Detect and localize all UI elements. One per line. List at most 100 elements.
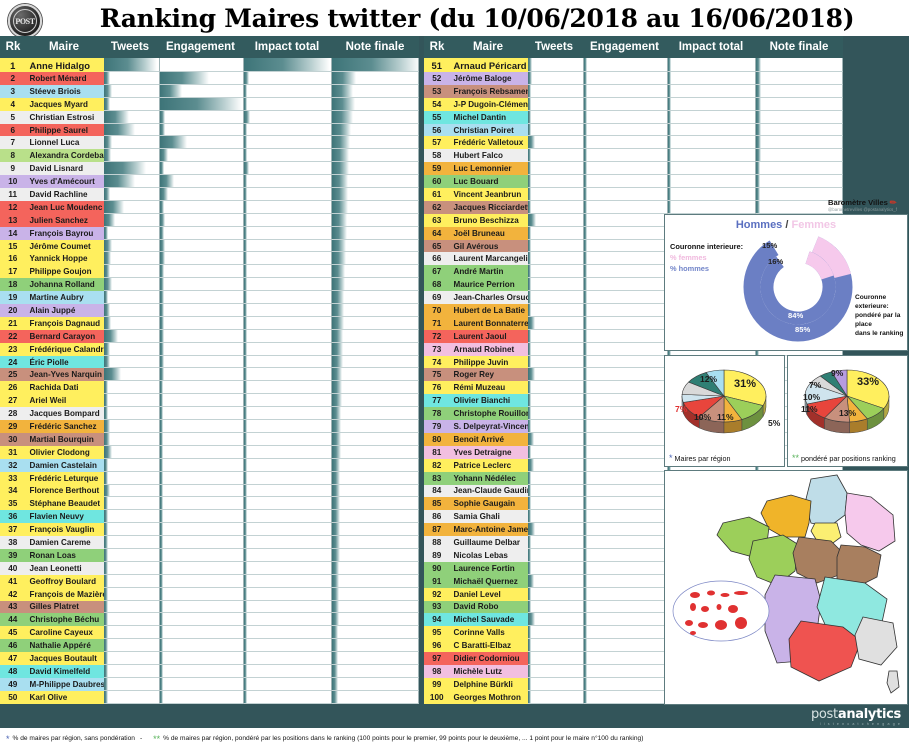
row-rank: 75 bbox=[424, 368, 450, 382]
row-bar-eng bbox=[159, 355, 245, 369]
table-row[interactable]: 38 Damien Careme bbox=[0, 536, 419, 549]
table-row[interactable]: 5 Christian Estrosi bbox=[0, 110, 419, 124]
row-bar-eng bbox=[159, 175, 245, 189]
table-row[interactable]: 45 Caroline Cayeux bbox=[0, 626, 419, 640]
table-row[interactable]: 9 David Lisnard bbox=[0, 162, 419, 176]
table-row[interactable]: 12 Jean Luc Moudenc bbox=[0, 200, 419, 214]
data-bar-fill bbox=[159, 510, 163, 523]
data-bar-fill bbox=[244, 355, 248, 368]
row-bar-eng bbox=[583, 523, 669, 537]
row-bar-tw bbox=[104, 252, 160, 266]
table-row[interactable]: 19 Martine Aubry bbox=[0, 291, 419, 305]
table-row[interactable]: 28 Jacques Bompard bbox=[0, 407, 419, 421]
table-row[interactable]: 58 Hubert Falco bbox=[424, 149, 843, 163]
table-row[interactable]: 17 Philippe Goujon bbox=[0, 265, 419, 279]
row-bar-tw bbox=[104, 626, 160, 640]
table-row[interactable]: 32 Damien Castelain bbox=[0, 458, 419, 472]
table-row[interactable]: 25 Jean-Yves Narquin bbox=[0, 368, 419, 382]
data-bar-fill bbox=[583, 548, 587, 561]
table-row[interactable]: 49M-Philippe Daubresse bbox=[0, 677, 419, 691]
data-bar-fill bbox=[159, 84, 182, 97]
table-row[interactable]: 39 Ronan Loas bbox=[0, 548, 419, 562]
table-row[interactable]: 24 Éric Piolle bbox=[0, 355, 419, 369]
table-row[interactable]: 22 Bernard Carayon bbox=[0, 329, 419, 343]
table-row[interactable]: 56 Christian Poiret bbox=[424, 123, 843, 137]
table-row[interactable]: 47 Jacques Boutault bbox=[0, 652, 419, 665]
table-row[interactable]: 23 Frédérique Calandra bbox=[0, 342, 419, 356]
row-rank: 59 bbox=[424, 162, 450, 176]
table-row[interactable]: 21 François Dagnaud bbox=[0, 316, 419, 330]
table-row[interactable]: 33 Frédéric Leturque bbox=[0, 471, 419, 485]
data-bar-fill bbox=[583, 304, 587, 316]
table-row[interactable]: 27 Ariel Weil bbox=[0, 394, 419, 408]
row-mayor-name: Gil Avérous bbox=[449, 239, 529, 253]
table-row[interactable]: 26 Rachida Dati bbox=[0, 381, 419, 395]
table-row[interactable]: 4 Jacques Myard bbox=[0, 97, 419, 111]
data-bar-fill bbox=[244, 652, 248, 664]
data-bar-fill bbox=[244, 239, 248, 252]
row-bar-eng bbox=[583, 239, 669, 253]
table-row[interactable]: 50 Karl Olive bbox=[0, 690, 419, 704]
table-row[interactable]: 16 Yannick Hoppe bbox=[0, 252, 419, 266]
table-row[interactable]: 36 Flavien Neuvy bbox=[0, 510, 419, 524]
data-bar-fill bbox=[244, 175, 248, 188]
row-mayor-name: Christian Estrosi bbox=[25, 110, 105, 124]
table-row[interactable]: 61 Vincent Jeanbrun bbox=[424, 188, 843, 201]
row-bar-tw bbox=[104, 497, 160, 511]
table-row[interactable]: 43 Gilles Platret bbox=[0, 600, 419, 614]
data-bar-fill bbox=[104, 58, 158, 71]
table-row[interactable]: 2 Robert Ménard bbox=[0, 72, 419, 85]
row-bar-note bbox=[331, 587, 419, 601]
data-bar-fill bbox=[331, 639, 338, 652]
table-row[interactable]: 40 Jean Leonetti bbox=[0, 561, 419, 575]
table-row[interactable]: 30 Martial Bourquin bbox=[0, 432, 419, 446]
table-row[interactable]: 13 Julien Sanchez bbox=[0, 213, 419, 227]
row-mayor-name: Arnaud Robinet bbox=[449, 342, 529, 356]
table-row[interactable]: 10 Yves d'Amécourt bbox=[0, 175, 419, 189]
data-bar-fill bbox=[583, 445, 587, 458]
table-row[interactable]: 54 J-P Dugoin-Clément bbox=[424, 97, 843, 111]
table-row[interactable]: 41 Geoffroy Boulard bbox=[0, 574, 419, 588]
table-row[interactable]: 7 Lionnel Luca bbox=[0, 136, 419, 150]
data-bar-fill bbox=[244, 677, 248, 690]
table-row[interactable]: 37 François Vauglin bbox=[0, 523, 419, 537]
table-row[interactable]: 42 François de Mazière bbox=[0, 587, 419, 601]
table-row[interactable]: 48 David Kimelfeld bbox=[0, 664, 419, 678]
data-bar-fill bbox=[528, 587, 531, 600]
table-row[interactable]: 34 Florence Berthout bbox=[0, 484, 419, 498]
donut-right-l3: dans le ranking bbox=[855, 330, 904, 337]
row-mayor-name: Ariel Weil bbox=[25, 394, 105, 408]
table-row[interactable]: 11 David Rachline bbox=[0, 188, 419, 201]
table-row[interactable]: 57 Frédéric Valletoux bbox=[424, 136, 843, 150]
row-bar-eng bbox=[583, 561, 669, 575]
data-bar-fill bbox=[668, 72, 672, 84]
table-row[interactable]: 6 Philippe Saurel bbox=[0, 123, 419, 137]
table-row[interactable]: 55 Michel Dantin bbox=[424, 110, 843, 124]
col-engagement-2: Engagement bbox=[589, 41, 659, 53]
table-row[interactable]: 60 Luc Bouard bbox=[424, 175, 843, 189]
table-row[interactable]: 3 Stéeve Briois bbox=[0, 84, 419, 98]
row-bar-imp bbox=[244, 497, 332, 511]
table-row[interactable]: 8 Alexandra Cordebard bbox=[0, 149, 419, 163]
table-row[interactable]: 15 Jérôme Coumet bbox=[0, 239, 419, 253]
table-row[interactable]: 46 Nathalie Appéré bbox=[0, 639, 419, 653]
table-row[interactable]: 1 Anne Hidalgo bbox=[0, 58, 419, 72]
row-mayor-name: David Lisnard bbox=[25, 162, 105, 176]
table-row[interactable]: 53 François Rebsamen bbox=[424, 84, 843, 98]
table-row[interactable]: 51 Arnaud Péricard bbox=[424, 58, 843, 72]
table-row[interactable]: 18 Johanna Rolland bbox=[0, 278, 419, 292]
table-row[interactable]: 35 Stéphane Beaudet bbox=[0, 497, 419, 511]
table-row[interactable]: 20 Alain Juppé bbox=[0, 304, 419, 317]
data-bar-fill bbox=[244, 97, 248, 110]
row-bar-tw bbox=[104, 574, 160, 588]
data-bar-fill bbox=[583, 278, 587, 291]
table-row[interactable]: 59 Luc Lemonnier bbox=[424, 162, 843, 176]
table-row[interactable]: 29 Frédéric Sanchez bbox=[0, 420, 419, 433]
table-row[interactable]: 52 Jérôme Baloge bbox=[424, 72, 843, 85]
table-row[interactable]: 31 Olivier Clodong bbox=[0, 445, 419, 459]
table-row[interactable]: 44 Christophe Béchu bbox=[0, 613, 419, 627]
table-row[interactable]: 14 François Bayrou bbox=[0, 226, 419, 240]
table-row[interactable]: 62 Jacques Ricciardetti bbox=[424, 200, 843, 214]
row-bar-tw bbox=[528, 445, 584, 459]
data-bar-fill bbox=[583, 652, 587, 664]
